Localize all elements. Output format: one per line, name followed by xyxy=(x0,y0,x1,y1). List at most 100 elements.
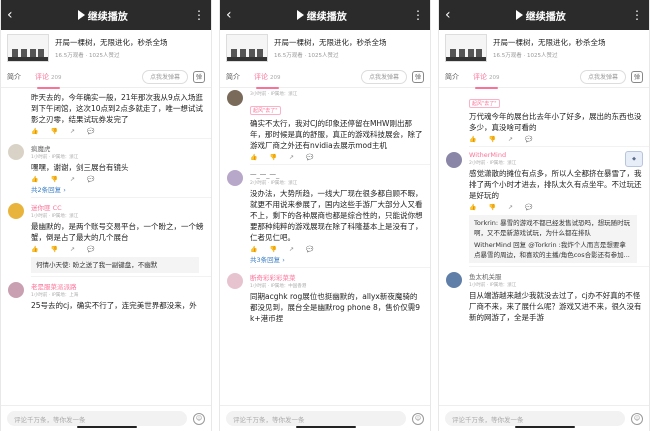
dislike-icon[interactable]: 👎 xyxy=(488,136,495,143)
emoji-icon[interactable]: ☺ xyxy=(631,412,643,425)
tab-comment[interactable]: 评论 209 xyxy=(473,72,500,89)
share-icon[interactable]: ↗ xyxy=(508,136,513,143)
comment-icon[interactable]: 💬 xyxy=(525,136,532,143)
username[interactable]: 断奇彩彩彩菜菜 xyxy=(250,272,424,282)
like-icon[interactable]: 👍 xyxy=(250,154,257,161)
share-icon[interactable]: ↗ xyxy=(289,246,294,253)
username[interactable]: 老是服菜派派路 xyxy=(31,281,205,291)
back-icon[interactable]: ‹ xyxy=(7,8,13,22)
avatar[interactable] xyxy=(8,203,24,219)
avatar[interactable] xyxy=(8,282,24,298)
comment-input[interactable]: 评论千万条，等你发一条 xyxy=(7,411,187,426)
dislike-icon[interactable]: 👎 xyxy=(269,246,276,253)
video-info[interactable]: 开局一棵树，无限进化，秒杀全场 16.5万观看 · 1025人赞过 xyxy=(220,30,430,66)
more-icon[interactable]: ⋮ xyxy=(193,8,205,22)
avatar[interactable] xyxy=(227,90,243,106)
view-replies-link[interactable]: 共3条回复 › xyxy=(250,254,424,264)
tab-intro[interactable]: 简介 xyxy=(226,72,240,82)
comment-item[interactable]: 老是服菜派派路 1小时前 · IP属地：上海 25号去的cj，确实不行了，连完美… xyxy=(1,277,211,314)
dislike-icon[interactable]: 👎 xyxy=(50,246,57,253)
username[interactable]: 一_一_一_ xyxy=(250,169,424,179)
dislike-icon[interactable]: 👎 xyxy=(488,204,495,211)
comment-actions: 👍 👎 ↗ 💬 xyxy=(250,154,424,161)
avatar[interactable] xyxy=(446,272,462,288)
reply-preview[interactable]: 何情小天使: 盼之送了我一副键盘，不幽默 xyxy=(31,257,199,273)
continue-play-button[interactable]: 继续播放 xyxy=(77,8,128,23)
share-icon[interactable]: ↗ xyxy=(70,128,75,135)
comment-meta: 2小时前 · IP属地：浙江 xyxy=(469,161,517,166)
avatar[interactable] xyxy=(227,170,243,186)
comment-actions: 👍 👎 ↗ 💬 xyxy=(31,246,205,253)
comment-icon[interactable]: 💬 xyxy=(87,176,94,183)
danmu-input[interactable]: 点我发弹幕 xyxy=(141,69,188,84)
comment-item[interactable]: 昨天去的，今年确实一般，21年那次我从9点入场逛到下午闭馆，这次10点到2点多就… xyxy=(1,88,211,138)
video-thumbnail xyxy=(445,34,487,62)
more-icon[interactable]: ⋮ xyxy=(631,8,643,22)
comment-icon[interactable]: 💬 xyxy=(306,246,313,253)
like-icon[interactable]: 👍 xyxy=(31,176,38,183)
tab-intro[interactable]: 简介 xyxy=(445,72,459,82)
video-info[interactable]: 开局一棵树，无限进化，秒杀全场 16.5万观看 · 1025人赞过 xyxy=(439,30,649,66)
dislike-icon[interactable]: 👎 xyxy=(269,154,276,161)
share-icon[interactable]: ↗ xyxy=(289,154,294,161)
more-icon[interactable]: ⋮ xyxy=(412,8,424,22)
comment-text: 万代魂今年的展台比去年小了好多，展出的东西也没多少，真没啥可看的 xyxy=(469,112,642,132)
like-icon[interactable]: 👍 xyxy=(31,246,38,253)
continue-play-button[interactable]: 继续播放 xyxy=(296,8,347,23)
dislike-icon[interactable]: 👎 xyxy=(50,128,57,135)
username[interactable]: WitherMind xyxy=(469,151,643,159)
comment-icon[interactable]: 💬 xyxy=(87,128,94,135)
danmu-toggle-icon[interactable]: 弹 xyxy=(631,70,643,83)
username[interactable]: 鱼太机关服 xyxy=(469,271,643,281)
comment-input[interactable]: 评论千万条，等你发一条 xyxy=(226,411,406,426)
username[interactable]: 疯魔虎 xyxy=(31,143,205,153)
reply-preview[interactable]: Torkrin: 暴雪的游戏不都已经发售试恐吗，想玩随时玩啊，又不是新游戏试玩，… xyxy=(469,215,637,263)
emoji-icon[interactable]: ☺ xyxy=(412,412,424,425)
like-icon[interactable]: 👍 xyxy=(250,246,257,253)
tab-comment[interactable]: 评论 209 xyxy=(35,72,62,89)
comment-item[interactable]: 迷你匪 CC 1小时前 · IP属地：浙江 最幽默的，是两个账号交易平台，一个盼… xyxy=(1,198,211,276)
share-icon[interactable]: ↗ xyxy=(70,246,75,253)
avatar[interactable] xyxy=(227,273,243,289)
comment-item[interactable]: 3小时前 · IP属地：浙江 起风"去了" 确实不太行，我对CJ的印象还停留在M… xyxy=(220,88,430,164)
avatar[interactable] xyxy=(446,152,462,168)
comment-actions: 👍 👎 ↗ 💬 xyxy=(469,136,643,143)
danmu-toggle-icon[interactable]: 弹 xyxy=(412,70,424,83)
avatar[interactable] xyxy=(8,144,24,160)
username[interactable]: 迷你匪 CC xyxy=(31,202,205,212)
share-icon[interactable]: ↗ xyxy=(508,204,513,211)
comment-icon[interactable]: 💬 xyxy=(525,204,532,211)
comment-icon[interactable]: 💬 xyxy=(87,246,94,253)
comment-item[interactable]: 一_一_一_ 2小时前 · IP属地：浙江 没办法，大势所趋，一线大厂现在很多都… xyxy=(220,165,430,267)
danmu-input[interactable]: 点我发弹幕 xyxy=(579,69,626,84)
share-icon[interactable]: ↗ xyxy=(70,176,75,183)
emoji-icon[interactable]: ☺ xyxy=(193,412,205,425)
tab-intro[interactable]: 简介 xyxy=(7,72,21,82)
comment-item[interactable]: 起风"去了" 万代魂今年的展台比去年小了好多，展出的东西也没多少，真没啥可看的 … xyxy=(439,88,649,146)
comment-item[interactable]: WitherMind 2小时前 · IP属地：浙江 ◆ 感觉潇散的摊位有点多，所… xyxy=(439,147,649,266)
dislike-icon[interactable]: 👎 xyxy=(50,176,57,183)
danmu-input[interactable]: 点我发弹幕 xyxy=(360,69,407,84)
back-icon[interactable]: ‹ xyxy=(445,8,451,22)
view-replies-link[interactable]: 共2条回复 › xyxy=(31,184,205,194)
video-info[interactable]: 开局一棵树，无限进化，秒杀全场 16.5万观看 · 1025人赞过 xyxy=(1,30,211,66)
comment-meta: 1小时前 · IP属地：中国香港 xyxy=(250,284,307,289)
tab-comment[interactable]: 评论 209 xyxy=(254,72,281,89)
video-meta: 16.5万观看 · 1025人赞过 xyxy=(274,53,339,59)
comment-input[interactable]: 评论千万条，等你发一条 xyxy=(445,411,625,426)
comment-icon[interactable]: 💬 xyxy=(306,154,313,161)
comment-meta: 2小时前 · IP属地：浙江 xyxy=(250,181,298,186)
like-icon[interactable]: 👍 xyxy=(31,128,38,135)
danmu-toggle-icon[interactable]: 弹 xyxy=(193,70,205,83)
tab-bar: 简介 评论 209 点我发弹幕 弹 xyxy=(220,66,430,89)
top-bar: ‹ 继续播放 ⋮ xyxy=(220,0,430,30)
like-icon[interactable]: 👍 xyxy=(469,204,476,211)
video-title: 开局一棵树，无限进化，秒杀全场 xyxy=(274,38,387,47)
comment-meta: 1小时前 · IP属地：浙江 xyxy=(469,283,517,288)
continue-play-button[interactable]: 继续播放 xyxy=(515,8,566,23)
like-icon[interactable]: 👍 xyxy=(469,136,476,143)
back-icon[interactable]: ‹ xyxy=(226,8,232,22)
comment-item[interactable]: 疯魔虎 1小时前 · IP属地：浙江 嘿嘿，谢谢，剑三展台有镜头 👍 👎 ↗ 💬 共2… xyxy=(1,139,211,197)
comment-item[interactable]: 鱼太机关服 1小时前 · IP属地：浙江 目从端游越来越少我就没去过了，cj办不… xyxy=(439,267,649,326)
comment-item[interactable]: 断奇彩彩彩菜菜 1小时前 · IP属地：中国香港 同期acghk rog展位也挺… xyxy=(220,268,430,327)
